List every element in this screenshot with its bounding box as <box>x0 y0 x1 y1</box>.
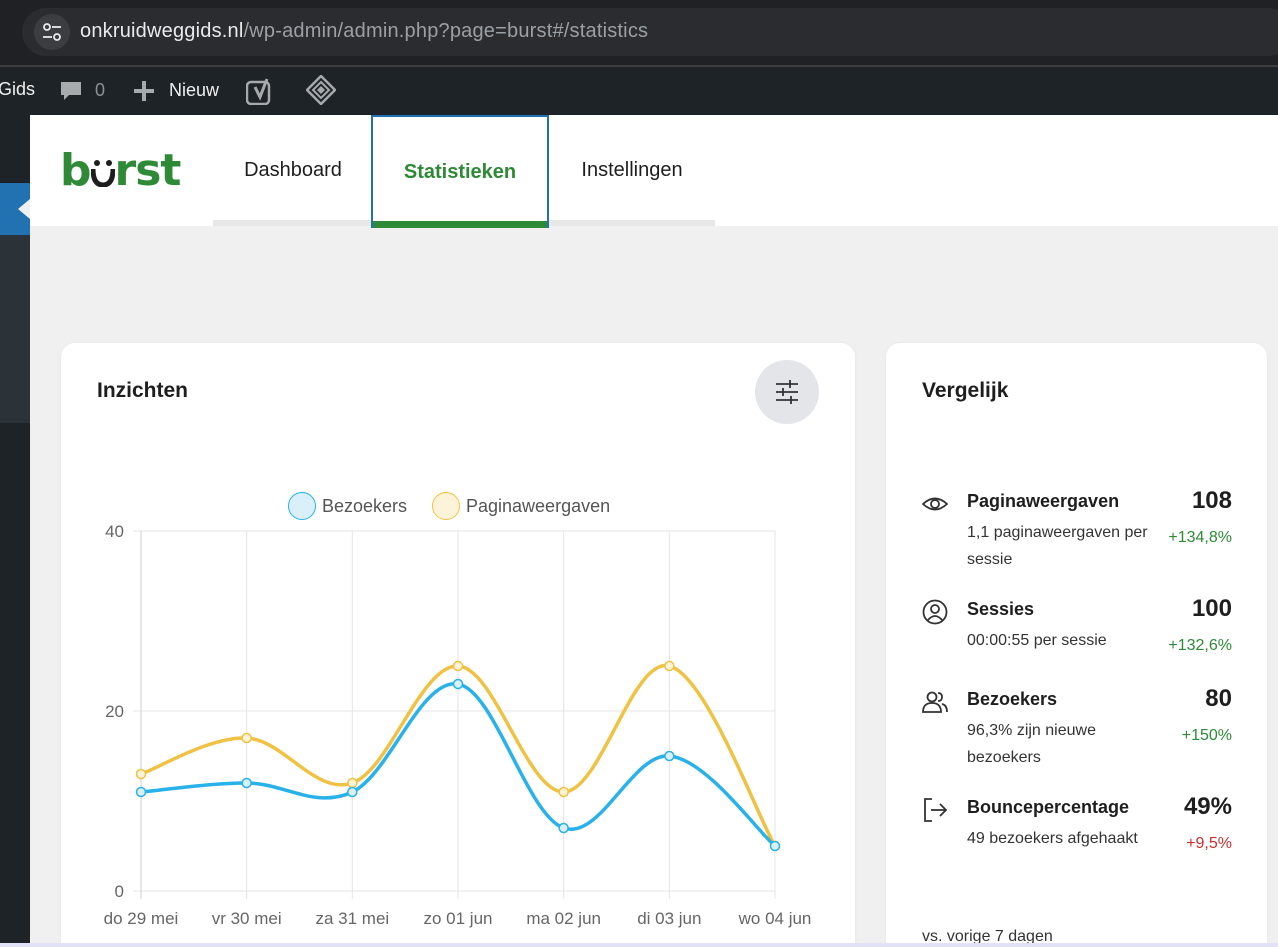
y-tick-label: 40 <box>105 522 124 541</box>
data-point-bezoekers <box>558 822 569 834</box>
tab-statistieken-label: Statistieken <box>403 161 517 183</box>
data-point-bezoekers <box>241 777 252 789</box>
compare-row-change: +132,6% <box>1168 637 1232 654</box>
data-point-bezoekers <box>347 786 358 798</box>
url-text: onkruidweggids.nl/wp-admin/admin.php?pag… <box>80 20 649 42</box>
burst-menu[interactable] <box>305 74 337 110</box>
compare-row-title: Bouncepercentage <box>967 797 1130 817</box>
comment-icon <box>61 82 81 100</box>
compare-row-subtitle: 96,3% zijn nieuwe bezoekers <box>967 722 1096 766</box>
data-point-paginaweergaven <box>135 768 147 780</box>
compare-row-title: Sessies <box>967 599 1035 619</box>
data-point-bezoekers <box>769 840 781 852</box>
x-tick-label: vr 30 mei <box>212 909 282 928</box>
exit-icon <box>924 798 948 822</box>
compare-title: Vergelijk <box>922 379 1009 402</box>
tune-icon <box>43 23 61 41</box>
compare-row-subtitle: 00:00:55 per sessie <box>967 632 1107 649</box>
data-point-bezoekers <box>135 786 147 798</box>
comments-count: 0 <box>95 79 106 100</box>
compare-row-value: 49% <box>1183 793 1232 820</box>
diamond-icon <box>305 74 337 106</box>
compare-row-title: Bezoekers <box>967 689 1058 709</box>
compare-row-paginaweergaven: Paginaweergaven 1,1 paginaweergaven per … <box>922 487 1232 571</box>
comments-link[interactable]: 0 <box>58 79 105 103</box>
data-point-paginaweergaven <box>241 732 252 744</box>
y-tick-label: 20 <box>105 702 124 721</box>
site-name-link[interactable]: Gids <box>0 79 35 100</box>
compare-row-sessies: Sessies 00:00:55 per sessie 100 +132,6% <box>922 595 1232 659</box>
compare-row-subtitle: 49 bezoekers afgehaakt <box>967 830 1138 847</box>
address-bar[interactable]: onkruidweggids.nl/wp-admin/admin.php?pag… <box>22 8 1278 56</box>
new-label: Nieuw <box>169 79 220 100</box>
tab-dashboard-label: Dashboard <box>244 159 342 181</box>
data-point-bezoekers <box>452 678 464 690</box>
users-icon <box>922 691 948 713</box>
wp-admin-bar: Gids 0 Nieuw <box>0 67 1278 115</box>
burst-header: b rst Dashboard Statistieken Instellingen <box>30 115 1278 228</box>
y-tick-label: 0 <box>115 882 124 901</box>
eye-icon <box>922 497 948 511</box>
tab-instellingen[interactable]: Instellingen <box>549 115 715 226</box>
browser-toolbar: onkruidweggids.nl/wp-admin/admin.php?pag… <box>0 0 1278 67</box>
site-info-button[interactable] <box>34 14 70 50</box>
compare-row-change: +150% <box>1181 727 1232 744</box>
active-arrow-icon <box>18 199 30 219</box>
data-point-bezoekers <box>664 750 675 762</box>
x-tick-label: do 29 mei <box>104 909 179 928</box>
burst-logo: b rst <box>60 145 181 196</box>
data-point-paginaweergaven <box>347 777 358 789</box>
tab-statistieken[interactable]: Statistieken <box>371 115 549 228</box>
compare-card: Vergelijk Paginaweergaven 1,1 paginaweer… <box>886 343 1267 947</box>
data-point-paginaweergaven <box>452 660 464 672</box>
bottom-edge <box>0 943 1278 947</box>
x-tick-label: di 03 jun <box>637 909 701 928</box>
yoast-icon <box>245 78 271 106</box>
tab-instellingen-label: Instellingen <box>581 159 683 181</box>
compare-row-subtitle: 1,1 paginaweergaven per sessie <box>967 524 1148 568</box>
logo-smile-icon <box>90 145 115 196</box>
compare-row-value: 100 <box>1191 595 1232 622</box>
insights-card: Inzichten Bezoekers Paginaweergaven 0 20 4… <box>61 343 855 947</box>
x-tick-label: zo 01 jun <box>424 909 493 928</box>
compare-row-change: +134,8% <box>1168 529 1232 546</box>
plus-icon <box>134 81 154 101</box>
compare-row-title: Paginaweergaven <box>967 491 1120 511</box>
tab-underline <box>213 220 373 226</box>
sidebar-submenu <box>0 235 30 423</box>
x-tick-label: za 31 mei <box>315 909 389 928</box>
tab-underline <box>549 220 715 226</box>
x-tick-label: wo 04 jun <box>738 909 812 928</box>
x-tick-label: ma 02 jun <box>526 909 601 928</box>
compare-row-bezoekers: Bezoekers 96,3% zijn nieuwe bezoekers 80… <box>922 685 1232 769</box>
new-content-link[interactable]: Nieuw <box>132 79 219 103</box>
compare-row-change: +9,5% <box>1186 835 1232 852</box>
insights-line-chart: 0 20 40 do 29 mei vr 30 mei za 31 mei zo 01 ju… <box>104 522 812 928</box>
tab-dashboard[interactable]: Dashboard <box>213 115 373 226</box>
compare-row-bouncepercentage: Bouncepercentage 49 bezoekers afgehaakt … <box>922 793 1232 857</box>
data-point-paginaweergaven <box>664 660 675 672</box>
compare-row-value: 108 <box>1191 487 1232 514</box>
tab-underline-active <box>373 221 547 228</box>
wp-sidebar <box>0 115 30 947</box>
yoast-menu[interactable] <box>245 77 274 110</box>
data-point-paginaweergaven <box>558 786 569 798</box>
user-circle-icon <box>922 599 948 625</box>
compare-row-value: 80 <box>1205 685 1232 712</box>
